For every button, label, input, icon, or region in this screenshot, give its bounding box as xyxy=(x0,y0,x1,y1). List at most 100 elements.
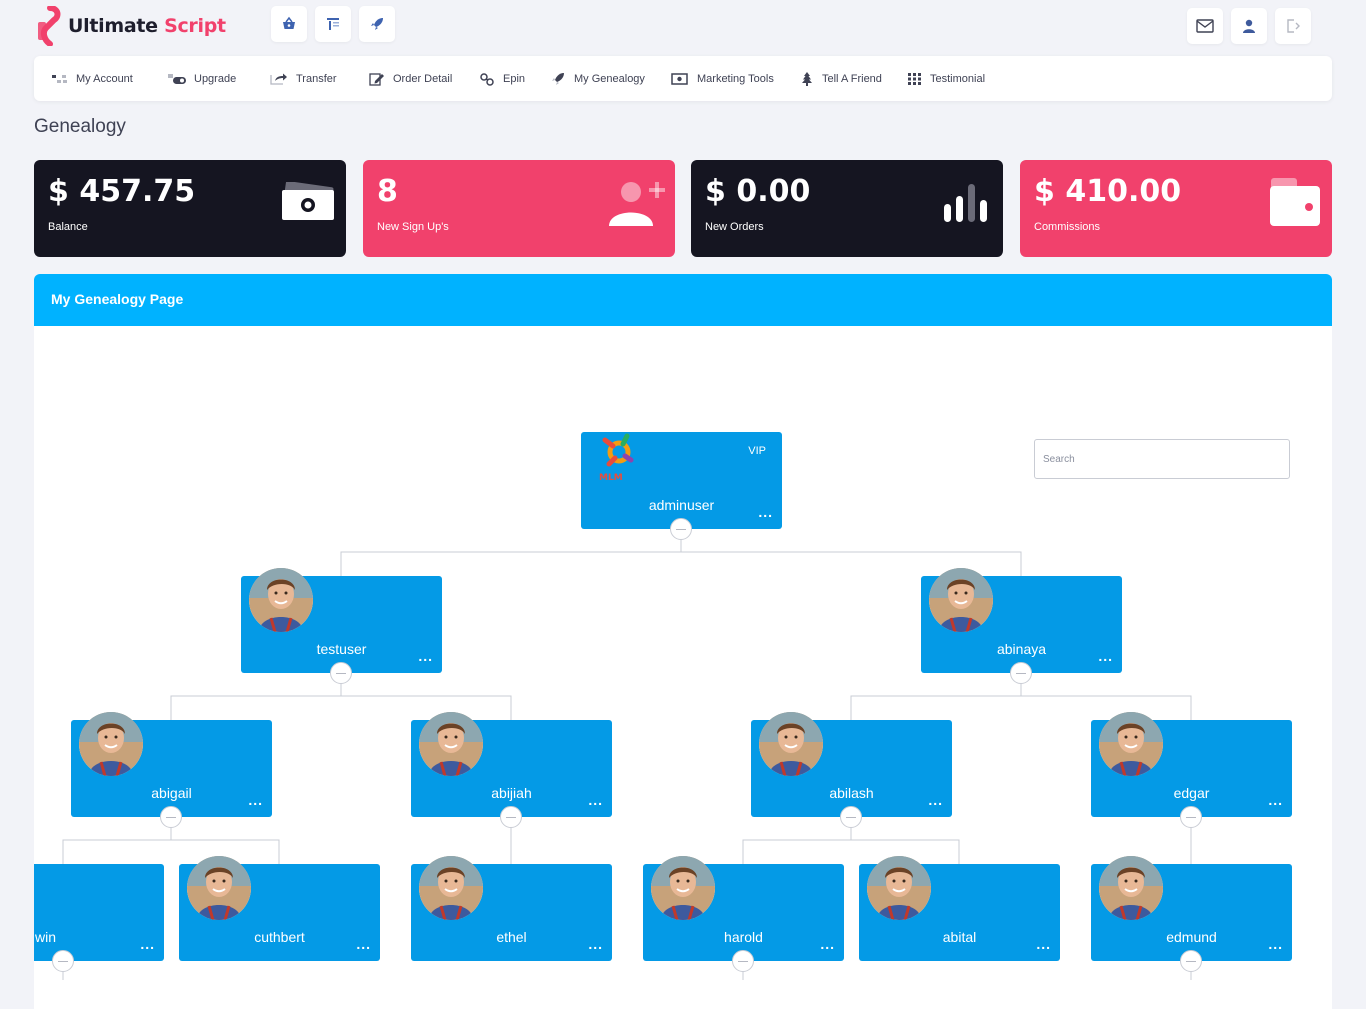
quick-basket-button[interactable] xyxy=(271,6,307,42)
avatar-photo-icon xyxy=(929,568,993,632)
more-icon[interactable]: ... xyxy=(820,937,835,951)
tree-node-abilash[interactable]: abilash... xyxy=(751,712,952,817)
edit-icon xyxy=(369,72,384,86)
avatar xyxy=(651,856,715,920)
more-icon[interactable]: ... xyxy=(1268,793,1283,807)
tree-node-ethel[interactable]: ethel... xyxy=(411,856,612,961)
logout-icon xyxy=(1287,19,1300,33)
nav-label: Transfer xyxy=(296,72,337,85)
tree-node-testuser[interactable]: testuser... xyxy=(241,568,442,673)
collapse-toggle[interactable] xyxy=(330,662,352,684)
tree-node-harold[interactable]: harold... xyxy=(643,856,844,961)
logo-icon xyxy=(36,5,66,47)
money-bill-icon xyxy=(282,182,334,220)
tree-node-root[interactable]: MLM VIP adminuser ... xyxy=(581,432,782,529)
vip-badge: VIP xyxy=(748,445,766,457)
nav-my-account[interactable]: My Account xyxy=(52,56,133,101)
node-name: abital xyxy=(942,929,977,945)
stat-card-orders: $ 0.00 New Orders xyxy=(691,160,1003,257)
more-icon[interactable]: ... xyxy=(588,793,603,807)
node-name: testuser xyxy=(316,641,367,657)
node-name: edgar xyxy=(1173,785,1210,801)
nav-my-genealogy[interactable]: My Genealogy xyxy=(550,56,645,101)
grid-icon xyxy=(908,72,921,85)
user-icon xyxy=(1243,19,1255,33)
collapse-toggle[interactable] xyxy=(1010,662,1032,684)
logo-text: MLM xyxy=(599,473,623,483)
more-icon[interactable]: ... xyxy=(1098,649,1113,663)
more-icon[interactable]: ... xyxy=(140,937,155,951)
logo[interactable]: Ultimate Script xyxy=(36,5,226,47)
more-icon[interactable]: ... xyxy=(418,649,433,663)
quick-layout-button[interactable] xyxy=(315,6,351,42)
collapse-toggle[interactable] xyxy=(500,806,522,828)
collapse-toggle[interactable] xyxy=(1180,806,1202,828)
collapse-toggle[interactable] xyxy=(670,518,692,540)
logout-button[interactable] xyxy=(1275,8,1311,44)
stat-card-balance: $ 457.75 Balance xyxy=(34,160,346,257)
avatar xyxy=(419,856,483,920)
more-icon[interactable]: ... xyxy=(928,793,943,807)
collapse-toggle[interactable] xyxy=(1180,950,1202,972)
avatar-photo-icon xyxy=(249,568,313,632)
messages-button[interactable] xyxy=(1187,8,1223,44)
stat-value: $ 0.00 xyxy=(705,174,811,209)
collapse-toggle[interactable] xyxy=(52,950,74,972)
nav-label: Marketing Tools xyxy=(697,72,774,85)
nav-testimonial[interactable]: Testimonial xyxy=(908,56,985,101)
node-name: edmund xyxy=(1166,929,1217,945)
nav-tell-a-friend[interactable]: Tell A Friend xyxy=(800,56,882,101)
avatar-photo-icon xyxy=(79,712,143,776)
shopping-basket-icon xyxy=(283,16,295,29)
tree-node-win[interactable]: win... xyxy=(34,864,164,961)
genealogy-panel-header: My Genealogy Page xyxy=(34,274,1332,326)
tree-node-edgar[interactable]: edgar... xyxy=(1091,712,1292,817)
tree-node-abijiah[interactable]: abijiah... xyxy=(411,712,612,817)
collapse-toggle[interactable] xyxy=(840,806,862,828)
more-icon[interactable]: ... xyxy=(588,937,603,951)
stat-value: 8 xyxy=(377,174,398,209)
node-name: abinaya xyxy=(996,641,1047,657)
node-name: abilash xyxy=(829,785,874,801)
tree-node-cuthbert[interactable]: cuthbert... xyxy=(179,856,380,961)
nav-upgrade[interactable]: Upgrade xyxy=(168,56,236,101)
nav-order-detail[interactable]: Order Detail xyxy=(369,56,452,101)
collapse-toggle[interactable] xyxy=(732,950,754,972)
avatar xyxy=(249,568,313,632)
quick-rocket-button[interactable] xyxy=(359,6,395,42)
nav-marketing-tools[interactable]: Marketing Tools xyxy=(671,56,774,101)
nav-epin[interactable]: Epin xyxy=(479,56,525,101)
more-icon[interactable]: ... xyxy=(1036,937,1051,951)
genealogy-panel-body: MLM VIP adminuser ... testuser...abinaya… xyxy=(34,326,1332,1009)
node-name: abigail xyxy=(151,785,192,801)
stat-label: Balance xyxy=(48,221,88,233)
tree-node-abigail[interactable]: abigail... xyxy=(71,712,272,817)
share-icon xyxy=(270,73,287,85)
tree-node-abital[interactable]: abital... xyxy=(859,856,1060,961)
nav-transfer[interactable]: Transfer xyxy=(270,56,337,101)
tree-node-abinaya[interactable]: abinaya... xyxy=(921,568,1122,673)
mlm-logo-icon: MLM xyxy=(599,433,634,483)
profile-button[interactable] xyxy=(1231,8,1267,44)
dashboard-icon xyxy=(52,74,67,83)
node-name: cuthbert xyxy=(254,929,305,945)
avatar-photo-icon xyxy=(1099,712,1163,776)
avatar-photo-icon xyxy=(867,856,931,920)
more-icon[interactable]: ... xyxy=(248,793,263,807)
brand-name-part2: Script xyxy=(164,15,226,37)
wallet-icon xyxy=(1270,178,1320,226)
avatar-photo-icon xyxy=(419,856,483,920)
avatar xyxy=(929,568,993,632)
more-icon[interactable]: ... xyxy=(356,937,371,951)
more-icon[interactable]: ... xyxy=(758,505,773,519)
layout-icon xyxy=(327,18,339,30)
user-plus-icon xyxy=(609,182,665,226)
collapse-toggle[interactable] xyxy=(160,806,182,828)
nav-label: My Genealogy xyxy=(574,72,645,85)
envelope-icon xyxy=(1196,19,1214,33)
tree-node-edmund[interactable]: edmund... xyxy=(1091,856,1292,961)
nav-label: My Account xyxy=(76,72,133,85)
link-icon xyxy=(480,72,494,86)
nav-label: Order Detail xyxy=(393,72,453,85)
more-icon[interactable]: ... xyxy=(1268,937,1283,951)
